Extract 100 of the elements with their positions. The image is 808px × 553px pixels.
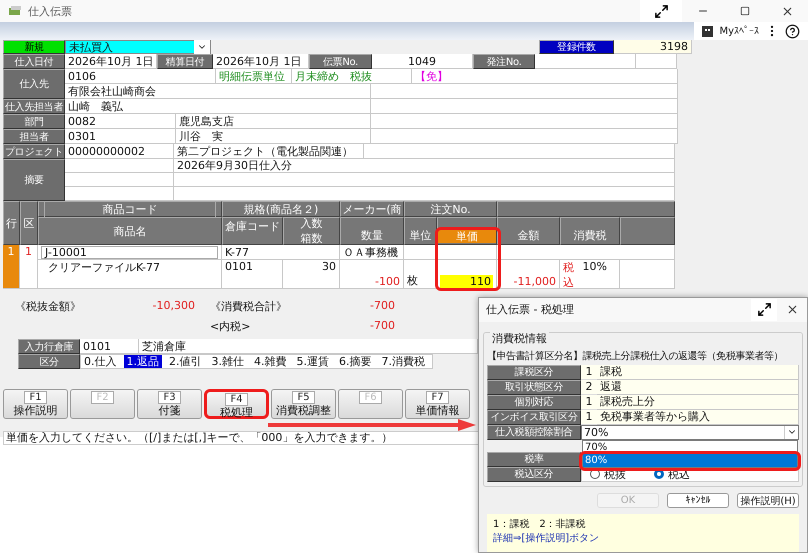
column-header: 入数 箱数: [283, 217, 340, 245]
column-header: 単価: [438, 230, 496, 243]
code-field[interactable]: 0082: [65, 114, 176, 129]
code-field[interactable]: 0101: [80, 339, 139, 354]
settle-date-field[interactable]: 2026年10月 1日: [213, 54, 309, 69]
supplier-button[interactable]: 仕入先: [3, 69, 65, 99]
project-button[interactable]: プロジェクト: [3, 144, 65, 159]
code-field[interactable]: 00000000002: [65, 144, 174, 159]
category-option[interactable]: 4.雑費: [251, 355, 290, 368]
value-field: 課税売上分: [597, 394, 799, 410]
settle-date-button[interactable]: 精算日付: [157, 54, 213, 69]
column-header: 倉庫コード: [222, 217, 283, 245]
warehouse-button[interactable]: 入力行倉庫: [18, 339, 80, 354]
field-label: 税率: [487, 452, 581, 467]
tax-rate-text: 10%: [582, 260, 607, 273]
close-icon: [786, 303, 798, 316]
tax-mode-text: 税込: [563, 260, 575, 290]
building-icon: [702, 26, 714, 36]
contact-name-field[interactable]: 山崎 義弘: [65, 99, 371, 114]
category-option[interactable]: 2.値引: [166, 355, 204, 368]
purchase-date-button[interactable]: 仕入日付: [3, 54, 65, 69]
value-field: 課税: [597, 364, 799, 380]
header-cell: [620, 217, 675, 245]
order-no-button[interactable]: 発注No.: [473, 54, 535, 69]
column-header: 注文No.: [404, 201, 497, 217]
purchase-date-field[interactable]: 2026年10月 1日: [65, 54, 157, 69]
help-text: 1：課税 2：非課税: [493, 518, 587, 532]
category-option[interactable]: 6.摘要: [336, 355, 374, 368]
category-option[interactable]: 1.返品: [124, 355, 162, 368]
window-title: 仕入伝票: [28, 4, 72, 18]
slip-no-field[interactable]: 1049: [372, 54, 473, 69]
function-key-button[interactable]: F4 税処理: [204, 389, 269, 419]
supplier-code-field[interactable]: 0106: [65, 69, 216, 84]
category-option[interactable]: 3.雑仕: [208, 355, 247, 368]
value-field: 返還: [597, 380, 799, 395]
expand-icon: [756, 302, 772, 318]
table-cell: -100: [340, 260, 404, 289]
code-field[interactable]: 1: [581, 394, 597, 410]
total-label: 《税抜金額》: [15, 299, 82, 314]
closing-text: 月末締め 税抜: [292, 69, 412, 84]
memo-code-field[interactable]: [65, 187, 174, 201]
name-field: 第二プロジェクト（電化製品関連）: [174, 144, 364, 159]
expand-icon: [654, 4, 668, 18]
function-key-button[interactable]: F3 付箋: [137, 389, 202, 419]
supplier-name-field[interactable]: 有限会社山崎商会: [65, 84, 371, 99]
code-field[interactable]: 1: [581, 364, 597, 380]
table-cell: 30: [283, 260, 340, 289]
code-field[interactable]: 1: [581, 410, 597, 425]
code-field[interactable]: 0301: [65, 129, 176, 144]
category-option[interactable]: 5.運賃: [294, 355, 332, 368]
help-icon[interactable]: [785, 24, 800, 38]
function-key-button[interactable]: F1 操作説明: [3, 389, 68, 419]
unit-price-field[interactable]: 110: [440, 275, 493, 288]
function-key-button[interactable]: F7 単価情報: [405, 389, 470, 419]
total-value: -10,300: [152, 299, 195, 314]
order-no-field[interactable]: [535, 54, 636, 69]
department-button[interactable]: 部門: [3, 114, 65, 129]
line-number-cell: 1: [3, 245, 20, 289]
dialog-title: 仕入伝票 - 税処理: [486, 302, 574, 318]
mode-label: 新規: [3, 40, 65, 54]
dialog-button[interactable]: ｷｬﾝｾﾙ: [667, 492, 729, 508]
value-field: 免税事業者等から購入: [597, 410, 799, 425]
memo-field[interactable]: [174, 173, 675, 187]
count-label: 登録件数: [539, 40, 614, 54]
memo-field[interactable]: [174, 187, 675, 201]
item-code-field[interactable]: J-10001: [41, 246, 218, 258]
slip-type-dropdown[interactable]: 未払買入: [65, 40, 211, 54]
table-cell: ＯＡ事務機: [340, 245, 404, 260]
name-field: 鹿児島支店: [176, 114, 371, 129]
table-cell: 枚: [404, 260, 437, 289]
dialog-button[interactable]: 操作説明(H): [737, 492, 799, 508]
expand-button[interactable]: [751, 298, 777, 321]
column-header: 単位: [404, 217, 437, 245]
memo-field[interactable]: 2026年9月30日仕入分: [174, 159, 675, 173]
group-title: 消費税情報: [490, 330, 549, 346]
function-key-button[interactable]: F5 消費税調整: [271, 389, 336, 419]
memo-code-field[interactable]: [65, 173, 174, 187]
column-header: 金額: [497, 217, 560, 245]
supplier-contact-button[interactable]: 仕入先担当者: [3, 99, 65, 114]
category-button[interactable]: 区分: [18, 354, 80, 369]
expand-button[interactable]: [640, 0, 682, 22]
code-field[interactable]: 2: [581, 380, 597, 395]
name-field: 川谷 実: [176, 129, 371, 144]
staff-button[interactable]: 担当者: [3, 129, 65, 144]
type-cell: 1: [20, 245, 38, 289]
category-option[interactable]: 0.仕入: [81, 355, 120, 368]
column-header: 区: [20, 201, 38, 245]
total-label: <内税>: [210, 319, 252, 334]
memo-code-field[interactable]: [65, 159, 174, 173]
exempt-text: 【免】: [412, 69, 678, 84]
field-label: 取引状態区分: [487, 380, 581, 395]
total-label: 《消費税合計》: [210, 299, 288, 314]
close-icon: [780, 4, 794, 18]
table-cell: [404, 245, 437, 260]
table-cell: 0101: [222, 260, 283, 289]
calc-category-heading: 【申告書計算区分名】課税売上分課税仕入の返還等（免税事業者等）: [487, 350, 784, 363]
slip-no-button[interactable]: 伝票No.: [309, 54, 372, 69]
column-header: メーカー(商: [340, 201, 404, 217]
memo-button[interactable]: 摘要: [3, 159, 65, 201]
category-option[interactable]: 7.消費税: [378, 355, 428, 368]
